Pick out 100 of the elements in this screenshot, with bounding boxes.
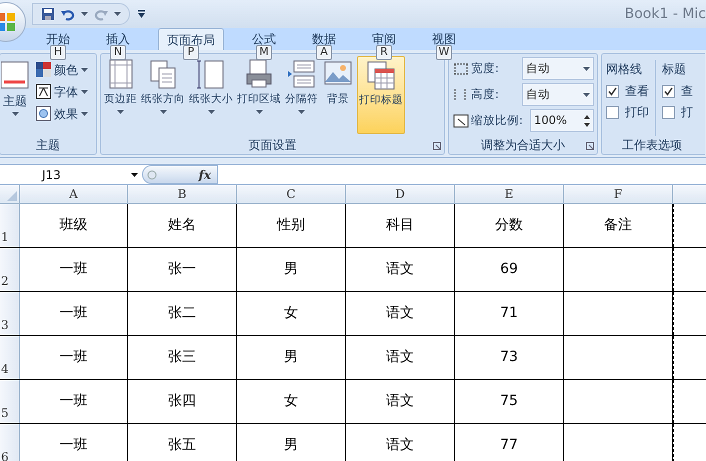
page-break-icon <box>286 58 318 90</box>
print-titles-icon <box>365 59 397 91</box>
theme-option-button[interactable]: 效果 <box>36 104 88 123</box>
table-cell: 语文 <box>346 380 455 423</box>
spin-field[interactable]: 100% <box>530 109 594 132</box>
caret-icon <box>583 66 590 70</box>
group-label: 工作表选项 <box>621 137 683 154</box>
table-cell: 张二 <box>128 292 237 335</box>
column-header[interactable]: D <box>346 185 455 203</box>
table-cell: 一班 <box>20 336 128 379</box>
field-label: 宽度: <box>471 60 499 77</box>
page-setup-button[interactable]: 分隔符 <box>284 56 319 134</box>
caret-icon <box>81 68 88 72</box>
table-cell: 语文 <box>346 292 455 335</box>
table-cell: 语文 <box>346 248 455 291</box>
checkbox[interactable] <box>662 106 675 118</box>
themes-button[interactable]: 主题 <box>0 60 30 136</box>
themes-icon <box>1 60 29 90</box>
dropdown-field[interactable]: 自动 <box>522 57 594 80</box>
table-cell: 男 <box>237 424 346 461</box>
page-setup-button[interactable]: 打印标题 <box>357 56 405 134</box>
scale-icon <box>453 114 469 128</box>
office-logo-icon <box>0 11 17 33</box>
field-label: 高度: <box>471 86 499 103</box>
table-cell: 科目 <box>346 204 455 247</box>
table-cell: 性别 <box>237 204 346 247</box>
table-cell: 张四 <box>128 380 237 423</box>
caret-icon <box>114 12 121 16</box>
table-cell: 一班 <box>20 380 128 423</box>
caret-icon <box>81 112 88 116</box>
table-cell: 一班 <box>20 292 128 335</box>
row-header[interactable]: 2 <box>0 248 20 291</box>
table-cell: 女 <box>237 380 346 423</box>
dropdown-field[interactable]: 自动 <box>522 83 594 106</box>
row-header[interactable]: 4 <box>0 336 20 379</box>
theme-option-button[interactable]: 颜色 <box>36 60 88 79</box>
page-setup-button[interactable]: 纸张方向 <box>140 56 186 134</box>
option-heading: 标题 <box>662 61 687 78</box>
table-cell: 男 <box>237 336 346 379</box>
insert-function-button[interactable]: fx <box>198 166 211 184</box>
table-cell: 71 <box>455 292 564 335</box>
table-cell: 张一 <box>128 248 237 291</box>
table-cell: 一班 <box>20 248 128 291</box>
table-cell: 语文 <box>346 336 455 379</box>
row-header[interactable]: 5 <box>0 380 20 423</box>
table-cell: 69 <box>455 248 564 291</box>
customize-toolbar-icon[interactable] <box>138 10 145 18</box>
option-heading: 网格线 <box>606 61 643 78</box>
width-icon <box>453 62 469 76</box>
table-cell: 77 <box>455 424 564 461</box>
table-cell: 75 <box>455 380 564 423</box>
group-label: 页面设置 <box>248 137 296 154</box>
table-cell: 一班 <box>20 424 128 461</box>
dialog-launcher-icon[interactable] <box>586 142 594 150</box>
row-header[interactable]: 1 <box>0 204 20 247</box>
checkbox[interactable] <box>606 106 619 118</box>
keytip-tooltip: N <box>110 45 126 60</box>
column-header[interactable]: C <box>237 185 346 203</box>
table-cell: 张三 <box>128 336 237 379</box>
row-header[interactable]: 6 <box>0 424 20 461</box>
color-swatch-icon <box>36 62 51 77</box>
table-cell: 班级 <box>20 204 128 247</box>
checkbox-label: 查 <box>681 83 693 100</box>
checkbox-label: 打 <box>681 104 693 121</box>
caret-icon <box>81 12 88 16</box>
column-header[interactable]: E <box>455 185 564 203</box>
checkbox-label: 打印 <box>625 104 649 121</box>
keytip-tooltip: M <box>256 45 272 60</box>
checkbox[interactable] <box>606 84 619 98</box>
dialog-launcher-icon[interactable] <box>433 142 441 150</box>
table-cell: 语文 <box>346 424 455 461</box>
row-header[interactable]: 3 <box>0 292 20 335</box>
theme-option-button[interactable]: 字体 <box>36 82 88 101</box>
caret-icon <box>12 112 18 116</box>
keytip-tooltip: R <box>376 45 392 60</box>
keytip-tooltip: W <box>436 45 452 60</box>
column-header[interactable]: F <box>564 185 673 203</box>
table-cell: 备注 <box>564 204 673 247</box>
corner-triangle-icon <box>7 191 17 201</box>
keytip-tooltip: P <box>183 45 199 60</box>
name-box[interactable]: J13 <box>0 165 142 184</box>
table-cell: 73 <box>455 336 564 379</box>
field-label: 缩放比例: <box>471 112 523 129</box>
column-header[interactable]: A <box>20 185 128 203</box>
column-header[interactable]: B <box>128 185 237 203</box>
table-cell: 张五 <box>128 424 237 461</box>
keytip-tooltip: H <box>50 45 66 60</box>
table-cell: 男 <box>237 248 346 291</box>
table-cell: 女 <box>237 292 346 335</box>
table-cell: 姓名 <box>128 204 237 247</box>
resize-handle-icon[interactable] <box>147 170 157 180</box>
caret-icon <box>81 90 88 94</box>
effects-icon <box>36 106 51 121</box>
group-label: 调整为合适大小 <box>481 137 565 154</box>
spin-arrows-icon <box>584 114 590 128</box>
checkbox[interactable] <box>662 84 675 98</box>
table-cell: 分数 <box>455 204 564 247</box>
checkbox-label: 查看 <box>625 83 649 100</box>
save-icon[interactable] <box>41 7 55 21</box>
caret-icon <box>131 172 138 176</box>
